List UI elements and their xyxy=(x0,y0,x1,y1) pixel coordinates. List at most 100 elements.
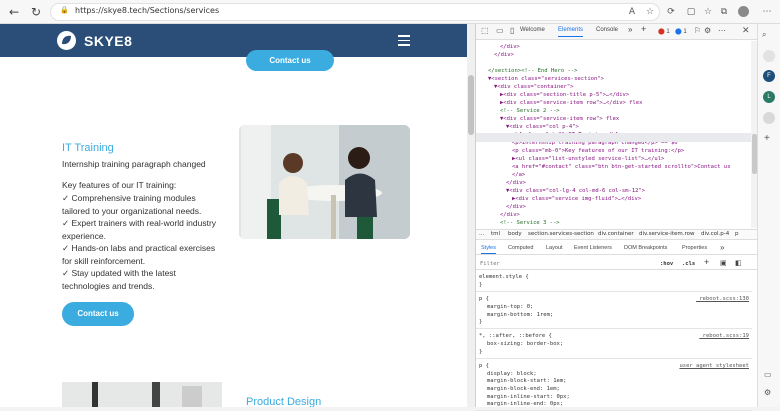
breadcrumb-item[interactable]: ... xyxy=(479,231,484,237)
service-image-2 xyxy=(62,382,222,407)
sidebar-app-icon[interactable] xyxy=(763,50,775,62)
url-text: https://skye8.tech/Sections/services xyxy=(75,6,220,15)
settings-gear-icon[interactable]: ⚙ xyxy=(764,388,771,397)
rule-divider xyxy=(476,291,752,292)
breadcrumb-item[interactable]: div.service-item.row xyxy=(639,231,694,237)
rule-selector[interactable]: *, ::after, ::before { xyxy=(479,333,552,339)
rule-close: } xyxy=(479,282,483,288)
tab-layout[interactable]: Layout xyxy=(546,245,563,251)
tab-welcome[interactable]: Welcome xyxy=(520,27,545,33)
list-item: ✓ Stay updated with the latest technolog… xyxy=(62,268,176,291)
features-label: Key features of our IT training: xyxy=(62,180,177,190)
dom-node-line[interactable]: </div> xyxy=(494,51,514,60)
service-title-2: Product Design xyxy=(246,396,322,407)
new-rule-icon[interactable]: + xyxy=(704,257,709,267)
more-options-icon[interactable]: ⋯ xyxy=(718,26,726,35)
more-tabs-icon[interactable]: » xyxy=(628,25,632,34)
site-logo[interactable]: SKYE8 xyxy=(84,33,132,49)
breadcrumb-item[interactable]: p xyxy=(735,231,739,237)
rule-declaration[interactable]: margin-block-end: 1em; xyxy=(487,386,560,392)
rule-source-link[interactable]: user agent stylesheet xyxy=(679,363,749,369)
breadcrumb-item[interactable]: section.services-section xyxy=(528,231,594,237)
sidebar-app-icon[interactable] xyxy=(763,112,775,124)
feature-list: ✓ Comprehensive training modules tailore… xyxy=(62,192,222,292)
rule-declaration[interactable]: box-sizing: border-box; xyxy=(487,341,563,347)
service-image xyxy=(239,125,410,239)
breadcrumb-item[interactable]: body xyxy=(508,231,522,237)
breadcrumb-item[interactable]: tml xyxy=(491,231,500,237)
collections-icon[interactable]: ⧉ xyxy=(717,5,731,19)
rule-declaration[interactable]: margin-inline-start: 0px; xyxy=(487,394,570,400)
reload-icon[interactable]: ↻ xyxy=(28,4,44,20)
refresh-ext-icon[interactable]: ⟳ xyxy=(664,5,678,19)
rule-declaration[interactable]: margin-block-start: 1em; xyxy=(487,378,566,384)
search-icon[interactable]: ⌕ xyxy=(762,30,766,40)
contact-us-button-top[interactable]: Contact us xyxy=(246,50,334,71)
rule-declaration[interactable]: margin-inline-end: 0px; xyxy=(487,401,563,407)
more-menu-icon[interactable]: ⋯ xyxy=(760,5,774,19)
tab-elements[interactable]: Elements xyxy=(558,27,584,37)
tab-styles[interactable]: Styles xyxy=(481,245,496,254)
rule-declaration[interactable]: margin-top: 0; xyxy=(487,304,533,310)
rule-selector[interactable]: element.style { xyxy=(479,274,529,280)
error-count-badge[interactable]: ⬤ 1 xyxy=(658,28,670,35)
cls-toggle[interactable]: .cls xyxy=(682,261,695,267)
read-aloud-icon[interactable]: A xyxy=(625,5,639,19)
layout-icon[interactable]: ▭ xyxy=(764,370,772,379)
page-scrollbar-thumb[interactable] xyxy=(468,75,474,135)
profile-avatar[interactable] xyxy=(738,6,749,17)
rule-close: } xyxy=(479,348,483,355)
service-title: IT Training xyxy=(62,142,114,154)
tab-console[interactable]: Console xyxy=(596,27,618,33)
sidebar-app-icon[interactable]: L xyxy=(763,91,775,103)
rule-selector[interactable]: p { xyxy=(479,363,489,369)
tab-computed[interactable]: Computed xyxy=(508,245,533,251)
website-viewport: SKYE8 Contact us IT Training Internship … xyxy=(0,24,467,407)
breadcrumb-item[interactable]: div.container xyxy=(598,231,634,237)
more-style-tabs-icon[interactable]: » xyxy=(720,243,724,252)
rule-source-link[interactable]: _reboot.scss:19 xyxy=(699,333,749,339)
close-icon[interactable]: ✕ xyxy=(742,25,750,36)
warning-count-badge[interactable]: ⬤ 1 xyxy=(675,28,687,35)
sidebar-app-icon[interactable]: F xyxy=(763,70,775,82)
favorites-bar-icon[interactable]: ☆ xyxy=(701,5,715,19)
device-toolbar-icon[interactable]: ▭ xyxy=(496,26,504,35)
dom-node-line[interactable]: ▶<div class="service img-fluid">…</div> xyxy=(512,195,641,204)
breadcrumb-item[interactable]: div.col.p-4 xyxy=(701,231,729,237)
selected-node-highlight xyxy=(476,133,751,142)
rule-divider xyxy=(476,328,752,330)
tab-properties[interactable]: Properties xyxy=(682,245,707,251)
rule-declaration[interactable]: margin-bottom: 1rem; xyxy=(487,312,553,318)
add-icon[interactable]: + xyxy=(764,133,770,144)
service-intro: Internship training paragraph changed xyxy=(62,158,206,171)
filter-input[interactable]: Filter xyxy=(480,261,500,267)
sidebar-toggle-icon[interactable]: ◧ xyxy=(735,259,742,267)
computed-toggle-icon[interactable]: ▣ xyxy=(720,259,727,267)
contact-us-button[interactable]: Contact us xyxy=(62,302,134,326)
rule-selector[interactable]: p { xyxy=(479,296,489,302)
gear-icon[interactable]: ⚙ xyxy=(704,26,711,35)
back-arrow-icon[interactable]: ← xyxy=(6,4,22,20)
issues-icon[interactable]: ⚐ xyxy=(694,26,701,35)
inspect-icon[interactable]: ⬚ xyxy=(481,26,489,35)
rule-declaration[interactable]: display: block; xyxy=(487,371,537,377)
hamburger-menu-icon[interactable] xyxy=(398,35,410,46)
add-tab-icon[interactable]: + xyxy=(641,24,646,34)
styles-filter-bar xyxy=(476,256,758,270)
devtools-panel: ⬚ ▭ ▯ Welcome Elements Console » + ⬤ 1 ⬤… xyxy=(475,24,758,411)
rule-close: } xyxy=(479,319,483,326)
tab-dom-breakpoints[interactable]: DOM Breakpoints xyxy=(624,245,667,251)
panel-toggle-icon[interactable]: ▯ xyxy=(510,26,514,35)
split-screen-icon[interactable]: ▢ xyxy=(684,5,698,19)
tab-event-listeners[interactable]: Event Listeners xyxy=(574,245,612,251)
logo-leaf-icon[interactable] xyxy=(57,31,76,50)
dom-node-line[interactable]: <a href="#contact" class="btn btn-get-st… xyxy=(512,163,731,172)
lock-icon[interactable]: 🔒 xyxy=(60,6,69,16)
rule-source-link[interactable]: _reboot.scss:130 xyxy=(696,296,749,302)
dom-node-line[interactable]: <!-- Service 3 --> xyxy=(500,219,560,228)
list-item: ✓ Comprehensive training modules tailore… xyxy=(62,193,202,216)
list-item: ✓ Expert trainers with real-world indust… xyxy=(62,218,217,241)
favorite-icon[interactable]: ☆ xyxy=(643,5,657,19)
list-item: ✓ Hands-on labs and practical exercises … xyxy=(62,243,216,266)
hov-toggle[interactable]: :hov xyxy=(660,261,673,267)
